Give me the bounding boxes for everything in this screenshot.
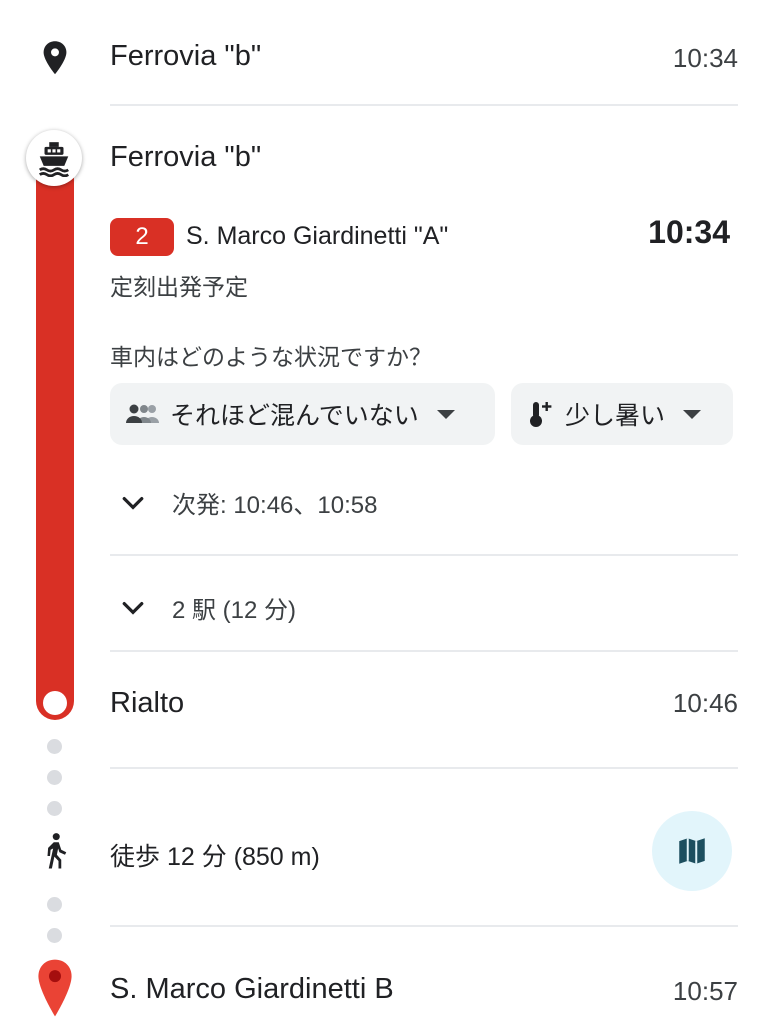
walk-dot (47, 897, 62, 912)
arrival-stop-name[interactable]: Rialto (110, 687, 184, 720)
walk-dot (47, 801, 62, 816)
walk-summary: 徒歩 12 分 (850 m) (110, 843, 320, 871)
caret-down-icon (683, 409, 702, 419)
destination-stop-name[interactable]: S. Marco Giardinetti B (110, 973, 394, 1006)
crowding-chip[interactable]: それほど混んでいない (110, 383, 495, 445)
next-departures-toggle[interactable]: 次発: 10:46、10:58 (118, 485, 377, 520)
crowd-question: 車内はどのような状況ですか？ (110, 344, 432, 370)
walk-icon (40, 832, 70, 870)
people-icon (126, 404, 159, 423)
destination-time: 10:57 (672, 976, 738, 1006)
stops-summary-label: 2 駅 (12 分) (172, 597, 297, 624)
origin-time: 10:34 (672, 43, 738, 73)
ferry-icon-circle (26, 130, 82, 186)
destination-pin-icon (36, 958, 74, 1018)
caret-down-icon (436, 409, 455, 419)
departure-status: 定刻出発予定 (110, 274, 248, 300)
divider (110, 104, 738, 106)
origin-pin-icon (40, 40, 70, 76)
rialto-stop-marker (43, 691, 67, 715)
crowding-chip-label: それほど混んでいない (170, 402, 419, 430)
walk-dot (47, 928, 62, 943)
next-departures-label: 次発: 10:46、10:58 (172, 492, 378, 519)
divider (110, 767, 738, 769)
ferry-icon (38, 142, 70, 177)
line-badge: 2 (110, 218, 174, 256)
stops-toggle[interactable]: 2 駅 (12 分) (118, 590, 296, 625)
map-button[interactable] (652, 811, 732, 891)
temperature-chip-label: 少し暑い (565, 402, 666, 430)
temperature-chip[interactable]: 少し暑い (511, 383, 733, 445)
walk-dot (47, 739, 62, 754)
divider (110, 650, 738, 652)
line-direction: S. Marco Giardinetti "A" (186, 222, 449, 250)
thermometer-plus-icon (530, 402, 552, 427)
departure-stop-name[interactable]: Ferrovia "b" (110, 141, 261, 174)
divider (110, 554, 738, 556)
chevron-down-icon (122, 496, 144, 510)
chevron-down-icon (122, 601, 144, 615)
divider (110, 925, 738, 927)
arrival-time: 10:46 (672, 688, 738, 718)
walk-dot (47, 770, 62, 785)
departure-time: 10:34 (648, 214, 730, 250)
transit-line-bar (36, 160, 74, 720)
map-icon (679, 838, 705, 864)
origin-stop-name[interactable]: Ferrovia "b" (110, 40, 261, 73)
